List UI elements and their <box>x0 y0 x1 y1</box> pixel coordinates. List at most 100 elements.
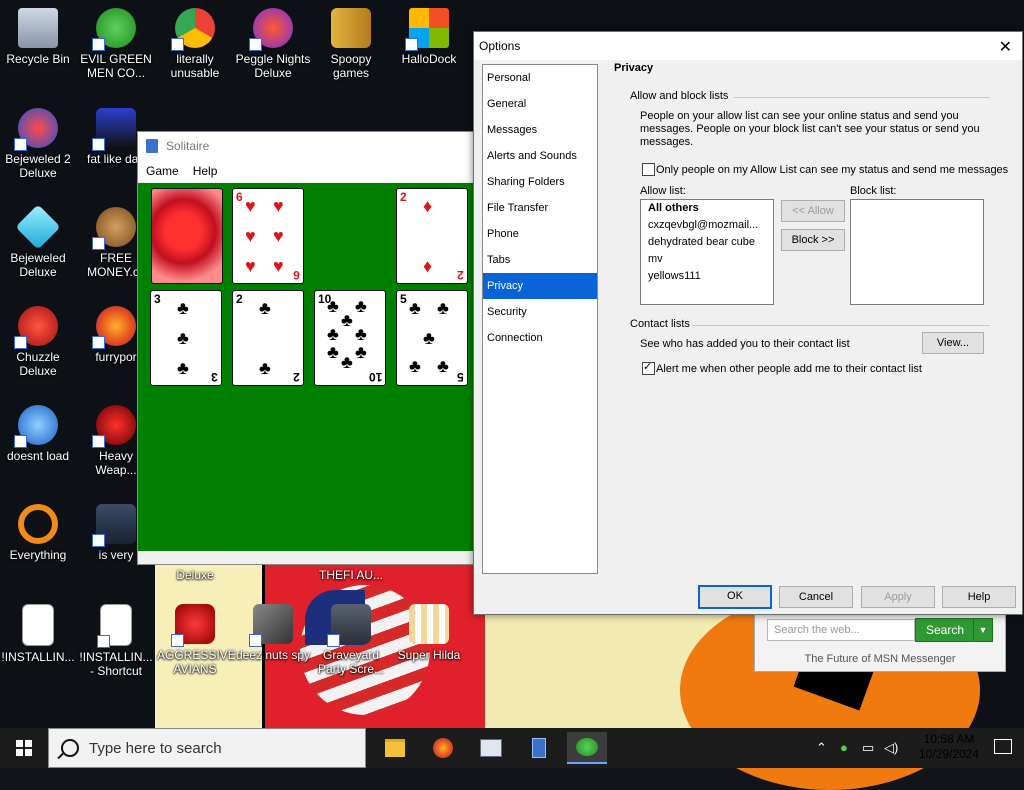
solitaire-titlebar[interactable]: Solitaire <box>138 132 478 160</box>
club-pip: ♣ <box>437 298 449 318</box>
window-app-icon <box>480 739 502 757</box>
desktop-icon-deez-nuts-spy[interactable]: deez nuts spy <box>235 604 311 662</box>
group-allow-block: Allow and block lists <box>630 90 729 102</box>
desktop-icon-label: !INSTALLIN... - Shortcut <box>79 650 153 678</box>
desktop-icon-installing-shortcut[interactable]: !INSTALLIN... - Shortcut <box>78 604 154 678</box>
desktop-icon-recycle-bin[interactable]: Recycle Bin <box>0 8 76 66</box>
nav-alerts-and-sounds[interactable]: Alerts and Sounds <box>483 143 597 169</box>
alert-me-label[interactable]: Alert me when other people add me to the… <box>656 363 922 376</box>
solitaire-board[interactable]: 6 ♥ ♥ ♥ ♥ ♥ ♥ 6 2 ♦ ♦ 2 3 ♣ ♣ ♣ 3 2 ♣ ♣ <box>138 183 474 551</box>
solitaire-window[interactable]: Solitaire Game Help 6 ♥ ♥ ♥ ♥ ♥ ♥ 6 2 ♦ … <box>137 131 479 565</box>
nav-file-transfer[interactable]: File Transfer <box>483 195 597 221</box>
desktop-icon-installing[interactable]: !INSTALLIN... <box>0 604 76 664</box>
nav-personal[interactable]: Personal <box>483 65 597 91</box>
block-list[interactable] <box>850 199 984 305</box>
desktop-icon-doesnt-load[interactable]: doesnt load <box>0 405 76 463</box>
card-5-clubs[interactable]: 5 ♣ ♣ ♣ ♣ ♣ 5 <box>396 290 468 386</box>
desktop-icon-bejeweled[interactable]: Bejeweled Deluxe <box>0 204 76 279</box>
only-allow-label[interactable]: Only people on my Allow List can see my … <box>656 164 1008 177</box>
card-10-clubs[interactable]: 10 ♣ ♣ ♣ ♣ ♣ ♣ ♣ ♣ 10 <box>314 290 386 386</box>
nav-security[interactable]: Security <box>483 299 597 325</box>
system-clock[interactable]: 10:58 AM 10/29/2024 <box>914 732 984 762</box>
view-button[interactable]: View... <box>922 332 984 354</box>
desktop-icon-chuzzle[interactable]: Chuzzle Deluxe <box>0 306 76 378</box>
volume-icon[interactable]: ◁) <box>884 740 898 756</box>
web-search-button[interactable]: Search <box>915 618 975 642</box>
nav-privacy[interactable]: Privacy <box>483 273 597 299</box>
only-allow-checkbox[interactable] <box>642 163 655 176</box>
card-2-diamonds[interactable]: 2 ♦ ♦ 2 <box>396 188 468 284</box>
options-titlebar[interactable]: Options <box>474 32 1022 60</box>
start-button[interactable] <box>0 728 48 768</box>
help-button[interactable]: Help <box>942 586 1016 608</box>
desktop-icon-label: EVIL GREEN MEN CO... <box>80 52 152 80</box>
allow-block-description: People on your allow list can see your o… <box>640 110 980 148</box>
pane-heading: Privacy <box>614 62 654 74</box>
clock-date: 10/29/2024 <box>918 747 980 761</box>
desktop-icon-evil-green-men[interactable]: EVIL GREEN MEN CO... <box>78 8 154 80</box>
desktop-icon-super-hilda[interactable]: Super Hilda <box>391 604 467 662</box>
money-bag-icon <box>92 207 136 250</box>
notification-icon[interactable] <box>994 739 1012 754</box>
web-search-input[interactable]: Search the web... <box>767 619 915 641</box>
allow-button[interactable]: << Allow <box>781 200 845 222</box>
desktop-icon-everything[interactable]: Everything <box>0 504 76 562</box>
club-pip: ♣ <box>177 328 189 348</box>
list-item[interactable]: mv <box>641 251 773 268</box>
desktop-icon-label: HalloDock <box>401 52 457 66</box>
list-item[interactable]: yellows111 <box>641 268 773 285</box>
card-rank: 6 <box>236 190 243 204</box>
menu-help[interactable]: Help <box>193 164 218 178</box>
card-3-clubs[interactable]: 3 ♣ ♣ ♣ 3 <box>150 290 222 386</box>
desktop-icon-literally-unusable[interactable]: literally unusable <box>157 8 233 80</box>
menu-game[interactable]: Game <box>146 164 179 178</box>
chevron-up-icon[interactable]: ⌃ <box>816 740 827 756</box>
card-6-hearts[interactable]: 6 ♥ ♥ ♥ ♥ ♥ ♥ 6 <box>232 188 304 284</box>
chevron-down-icon[interactable]: ▼ <box>973 618 993 642</box>
nav-phone[interactable]: Phone <box>483 221 597 247</box>
taskbar-search-box[interactable]: Type here to search <box>48 728 366 768</box>
taskbar-firefox[interactable] <box>423 732 463 764</box>
alert-me-checkbox[interactable] <box>642 360 655 375</box>
desktop-icon-hallodock[interactable]: HalloDock <box>391 8 467 66</box>
ok-button[interactable]: OK <box>698 585 772 609</box>
nav-tabs[interactable]: Tabs <box>483 247 597 273</box>
shield-logo-icon <box>92 504 136 547</box>
taskbar-file-explorer[interactable] <box>375 732 415 764</box>
list-item[interactable]: dehydrated bear cube <box>641 234 773 251</box>
options-dialog[interactable]: Options ✕ Personal General Messages Aler… <box>473 31 1023 615</box>
list-item[interactable]: cxzqevbgl@mozmail... <box>641 217 773 234</box>
card-2-clubs[interactable]: 2 ♣ ♣ 2 <box>232 290 304 386</box>
nav-sharing-folders[interactable]: Sharing Folders <box>483 169 597 195</box>
heart-pip: ♥ <box>273 256 284 276</box>
cancel-button[interactable]: Cancel <box>779 586 853 608</box>
allow-list[interactable]: All others cxzqevbgl@mozmail... dehydrat… <box>640 199 774 305</box>
desktop-icon-label: furrypor <box>95 350 137 364</box>
desktop-icon-aggressive-avians[interactable]: AGGRESSIVE AVIANS <box>157 604 236 676</box>
block-button[interactable]: Block >> <box>781 229 845 251</box>
taskbar-solitaire[interactable] <box>519 732 559 764</box>
apply-button[interactable]: Apply <box>861 586 935 608</box>
network-icon[interactable]: ▭ <box>862 740 874 756</box>
desktop-icon-graveyard-party[interactable]: Graveyard Party Scre... <box>313 604 389 676</box>
nav-messages[interactable]: Messages <box>483 117 597 143</box>
card-deck-back[interactable] <box>151 188 223 284</box>
close-icon[interactable]: ✕ <box>999 37 1012 57</box>
card-rank: 2 <box>457 268 464 282</box>
msn-status-icon[interactable]: ● <box>840 740 848 755</box>
taskbar-app-window[interactable] <box>471 732 511 764</box>
taskbar-messenger[interactable] <box>567 732 607 764</box>
nav-connection[interactable]: Connection <box>483 325 597 351</box>
text-file-icon <box>22 604 54 646</box>
heart-pip: ♥ <box>273 226 284 246</box>
desktop-icon-peggle-nights[interactable]: Peggle Nights Deluxe <box>235 8 311 80</box>
desktop-icon-spoopy-games[interactable]: Spoopy games <box>313 8 389 80</box>
angry-bird-icon <box>171 604 215 647</box>
list-item[interactable]: All others <box>641 200 773 217</box>
club-pip: ♣ <box>341 310 353 330</box>
nav-general[interactable]: General <box>483 91 597 117</box>
desktop-icon-label: Recycle Bin <box>6 52 70 66</box>
card-rank: 5 <box>400 292 407 306</box>
msn-people-icon <box>576 738 598 756</box>
desktop-icon-bejeweled-2[interactable]: Bejeweled 2 Deluxe <box>0 108 76 180</box>
